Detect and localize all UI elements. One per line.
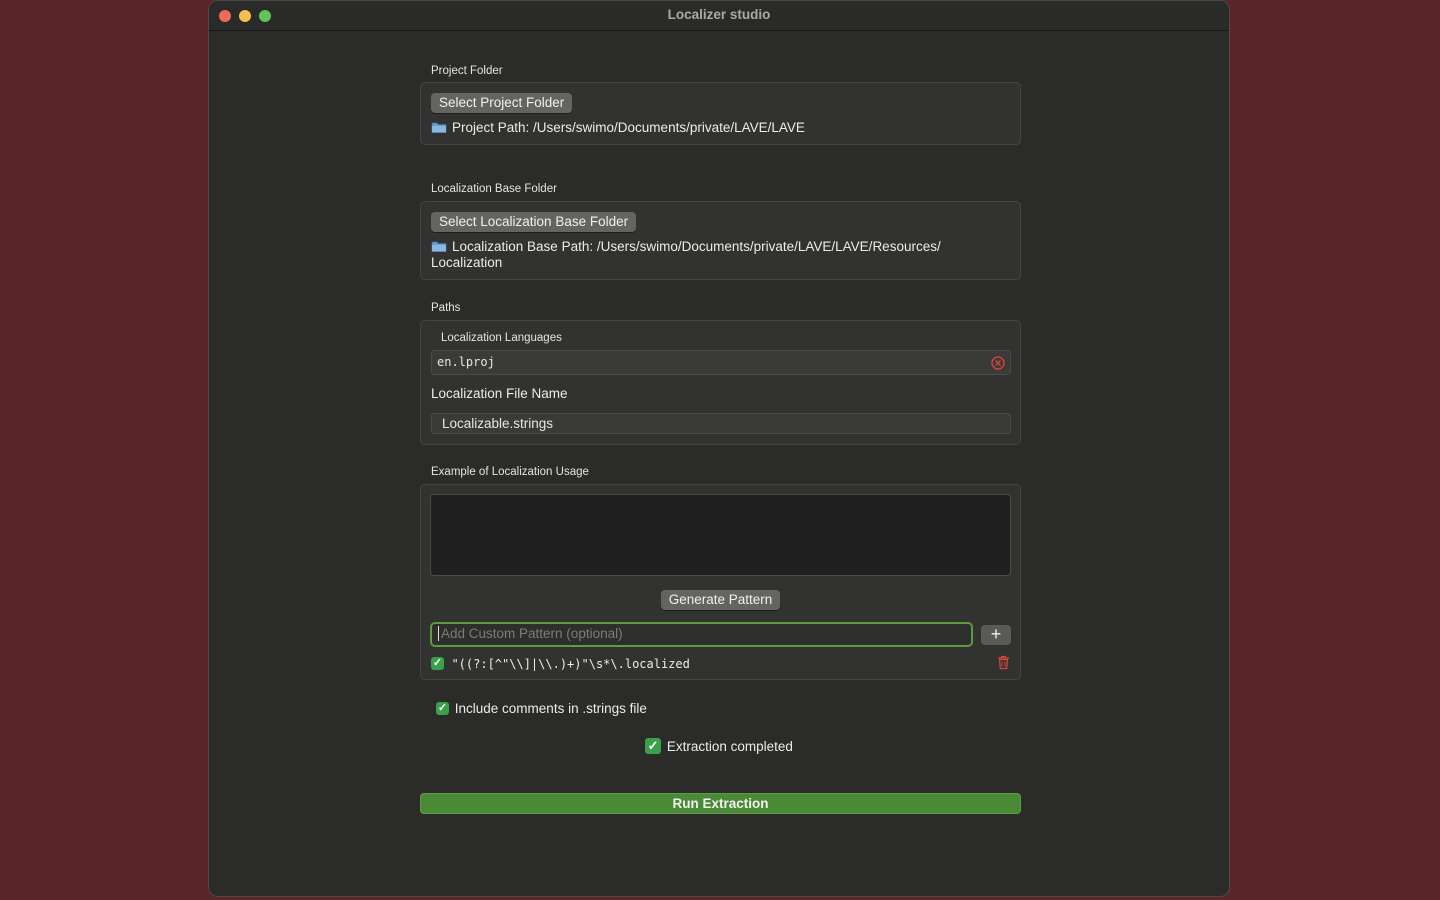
project-path-text: Project Path: /Users/swimo/Documents/pri… — [452, 120, 805, 135]
project-path: Project Path: /Users/swimo/Documents/pri… — [431, 120, 805, 136]
example-usage-box: Generate Pattern Add Custom Pattern (opt… — [420, 484, 1021, 680]
select-localization-base-button[interactable]: Select Localization Base Folder — [431, 212, 637, 232]
trash-icon[interactable] — [997, 655, 1010, 670]
status-check-icon: ✓ — [645, 738, 662, 755]
run-extraction-button[interactable]: Run Extraction — [420, 793, 1021, 814]
localization-base-box: Select Localization Base Folder Localiza… — [420, 201, 1021, 280]
paths-label: Paths — [431, 302, 461, 314]
pattern-list-item: ✓ "((?:[^"\\]|\\.)+)"\s*\.localized — [431, 655, 1011, 672]
pattern-text: "((?:[^"\\]|\\.)+)"\s*\.localized — [451, 656, 690, 671]
add-pattern-button[interactable]: + — [981, 625, 1011, 645]
localization-file-name-label: Localization File Name — [431, 386, 568, 401]
clear-icon[interactable] — [991, 356, 1005, 370]
status-message: ✓ Extraction completed — [209, 738, 1229, 755]
localization-base-path: Localization Base Path: /Users/swimo/Doc… — [431, 239, 1011, 271]
status-text: Extraction completed — [666, 738, 793, 754]
localization-base-path-line1: Localization Base Path: /Users/swimo/Doc… — [452, 239, 941, 254]
localization-languages-input[interactable]: en.lproj — [431, 350, 1011, 375]
project-folder-label: Project Folder — [431, 65, 503, 77]
app-window: Localizer studio Project Folder Select P… — [208, 0, 1230, 897]
select-project-folder-button[interactable]: Select Project Folder — [431, 93, 573, 113]
text-cursor — [438, 626, 439, 641]
folder-icon — [431, 122, 447, 133]
localization-base-folder-label: Localization Base Folder — [431, 183, 557, 195]
localization-base-path-line2: Localization — [431, 255, 503, 270]
custom-pattern-input[interactable]: Add Custom Pattern (optional) — [430, 622, 973, 647]
project-folder-box: Select Project Folder Project Path: /Use… — [420, 82, 1021, 145]
generate-pattern-button[interactable]: Generate Pattern — [660, 590, 781, 610]
localization-languages-value: en.lproj — [437, 355, 495, 369]
folder-icon — [431, 241, 447, 252]
include-comments-checkbox[interactable]: ✓ — [436, 701, 449, 715]
example-usage-label: Example of Localization Usage — [431, 466, 589, 478]
localization-file-name-input[interactable]: Localizable.strings — [431, 413, 1011, 434]
example-usage-textarea[interactable] — [430, 494, 1011, 576]
include-comments-option[interactable]: ✓ Include comments in .strings file — [436, 700, 647, 716]
custom-pattern-placeholder: Add Custom Pattern (optional) — [441, 626, 623, 641]
main-content: Project Folder Select Project Folder Pro… — [209, 1, 1229, 896]
paths-box: Localization Languages en.lproj Localiza… — [420, 320, 1021, 445]
localization-languages-label: Localization Languages — [441, 332, 562, 344]
pattern-enabled-checkbox[interactable]: ✓ — [431, 657, 444, 671]
include-comments-label: Include comments in .strings file — [454, 700, 647, 716]
